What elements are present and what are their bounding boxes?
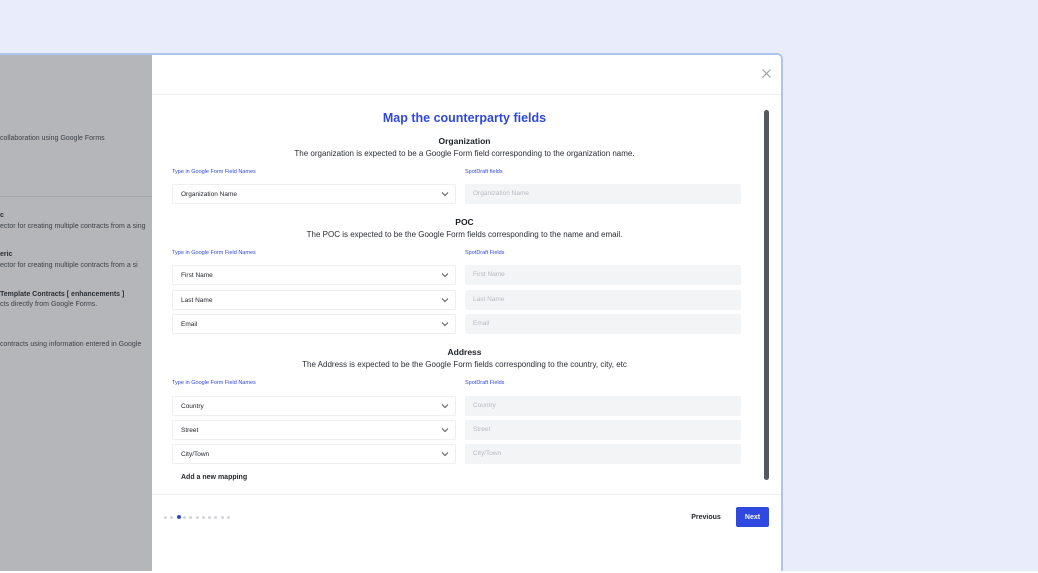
email-select[interactable]: Email: [172, 314, 456, 334]
spotdraft-fields-label: SpotDraft Fields: [465, 380, 505, 386]
section-title-address: Address: [447, 347, 482, 357]
google-form-fields-label: Type in Google Form Field Names: [172, 250, 256, 256]
spotdraft-fields-label: SpotDraft fields: [465, 169, 503, 175]
field-placeholder: First Name: [473, 271, 505, 278]
divider: [0, 196, 152, 197]
chevron-down-icon: [441, 192, 449, 197]
background-item-title: Template Contracts [ enhancements ]: [0, 291, 125, 298]
background-item-desc: cts directly from Google Forms.: [0, 301, 98, 308]
select-value: Country: [181, 403, 204, 410]
field-placeholder: Street: [473, 426, 491, 433]
field-placeholder: City/Town: [473, 450, 502, 457]
section-title-organization: Organization: [438, 136, 491, 146]
chevron-down-icon: [441, 452, 449, 457]
step-dot-active: [176, 515, 181, 519]
app-window: collaboration using Google Forms c ector…: [0, 53, 783, 573]
next-button[interactable]: Next: [736, 507, 769, 527]
background-item-desc: contracts using information entered in G…: [0, 341, 142, 348]
step-dot: [164, 516, 167, 519]
step-dot: [189, 516, 193, 519]
select-value: Email: [181, 321, 198, 328]
street-select[interactable]: Street: [172, 420, 456, 440]
footer-divider: [152, 494, 781, 495]
background-item-title: c: [0, 212, 4, 219]
chevron-down-icon: [441, 298, 449, 303]
last-name-select[interactable]: Last Name: [172, 290, 456, 310]
select-value: City/Town: [181, 451, 210, 458]
add-mapping-link[interactable]: Add a new mapping: [181, 474, 247, 481]
google-form-fields-label: Type in Google Form Field Names: [172, 380, 256, 386]
city-town-select[interactable]: City/Town: [172, 444, 456, 464]
select-value: Organization Name: [181, 191, 237, 198]
previous-button[interactable]: Previous: [686, 508, 726, 527]
field-placeholder: Organization Name: [473, 190, 529, 197]
background-item-desc: ector for creating multiple contracts fr…: [0, 223, 146, 230]
step-dot: [201, 516, 205, 519]
background-page-overlay: collaboration using Google Forms c ector…: [0, 55, 152, 573]
organization-name-select[interactable]: Organization Name: [172, 184, 456, 204]
step-dot: [208, 516, 212, 519]
step-dot: [220, 516, 224, 519]
city-town-field: City/Town: [465, 444, 741, 464]
select-value: First Name: [181, 272, 213, 279]
street-field: Street: [465, 420, 741, 440]
chevron-down-icon: [441, 428, 449, 433]
step-dot: [214, 516, 218, 519]
first-name-field: First Name: [465, 265, 741, 285]
first-name-select[interactable]: First Name: [172, 265, 456, 285]
section-title-poc: POC: [455, 217, 474, 227]
select-value: Street: [181, 427, 199, 434]
section-desc-poc: The POC is expected to be the Google For…: [306, 230, 623, 239]
close-icon[interactable]: [761, 68, 772, 79]
header-divider: [152, 94, 781, 95]
country-select[interactable]: Country: [172, 396, 456, 416]
background-item-title: eric: [0, 251, 13, 258]
step-dot: [195, 516, 199, 519]
chevron-down-icon: [441, 273, 449, 278]
field-placeholder: Country: [473, 402, 496, 409]
last-name-field: Last Name: [465, 290, 741, 310]
email-field: Email: [465, 314, 741, 334]
modal-title: Map the counterparty fields: [382, 111, 547, 125]
country-field: Country: [465, 396, 741, 416]
background-item-desc: ector for creating multiple contracts fr…: [0, 262, 138, 269]
section-desc-address: The Address is expected to be the Google…: [302, 360, 627, 369]
spotdraft-fields-label: SpotDraft Fields: [465, 250, 505, 256]
chevron-down-icon: [441, 322, 449, 327]
mapping-modal: Map the counterparty fields Organization…: [152, 55, 781, 573]
step-dot: [182, 516, 186, 519]
section-desc-organization: The organization is expected to be a Goo…: [294, 149, 635, 158]
scrollbar-thumb[interactable]: [764, 110, 769, 480]
field-placeholder: Email: [473, 320, 490, 327]
google-form-fields-label: Type in Google Form Field Names: [172, 169, 256, 175]
step-dot: [170, 516, 174, 519]
select-value: Last Name: [181, 297, 213, 304]
step-dot: [227, 516, 230, 519]
organization-name-field: Organization Name: [465, 184, 741, 204]
field-placeholder: Last Name: [473, 296, 505, 303]
background-item-desc: collaboration using Google Forms: [0, 135, 105, 142]
chevron-down-icon: [441, 404, 449, 409]
